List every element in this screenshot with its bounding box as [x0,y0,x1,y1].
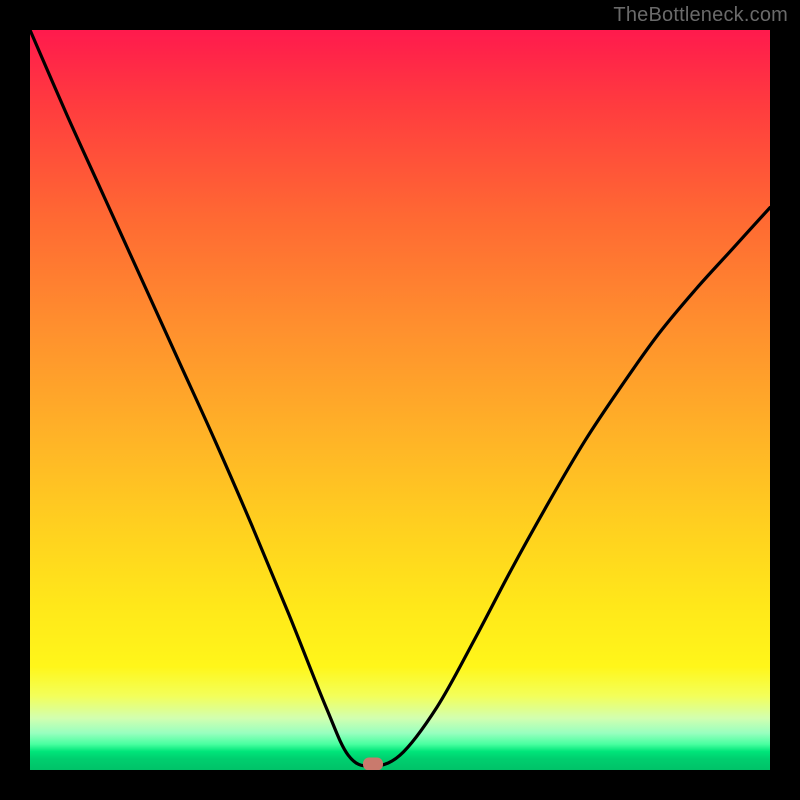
plot-area [30,30,770,770]
bottleneck-curve [30,30,770,770]
optimum-marker [363,758,383,770]
chart-frame: TheBottleneck.com [0,0,800,800]
watermark-text: TheBottleneck.com [613,4,788,27]
